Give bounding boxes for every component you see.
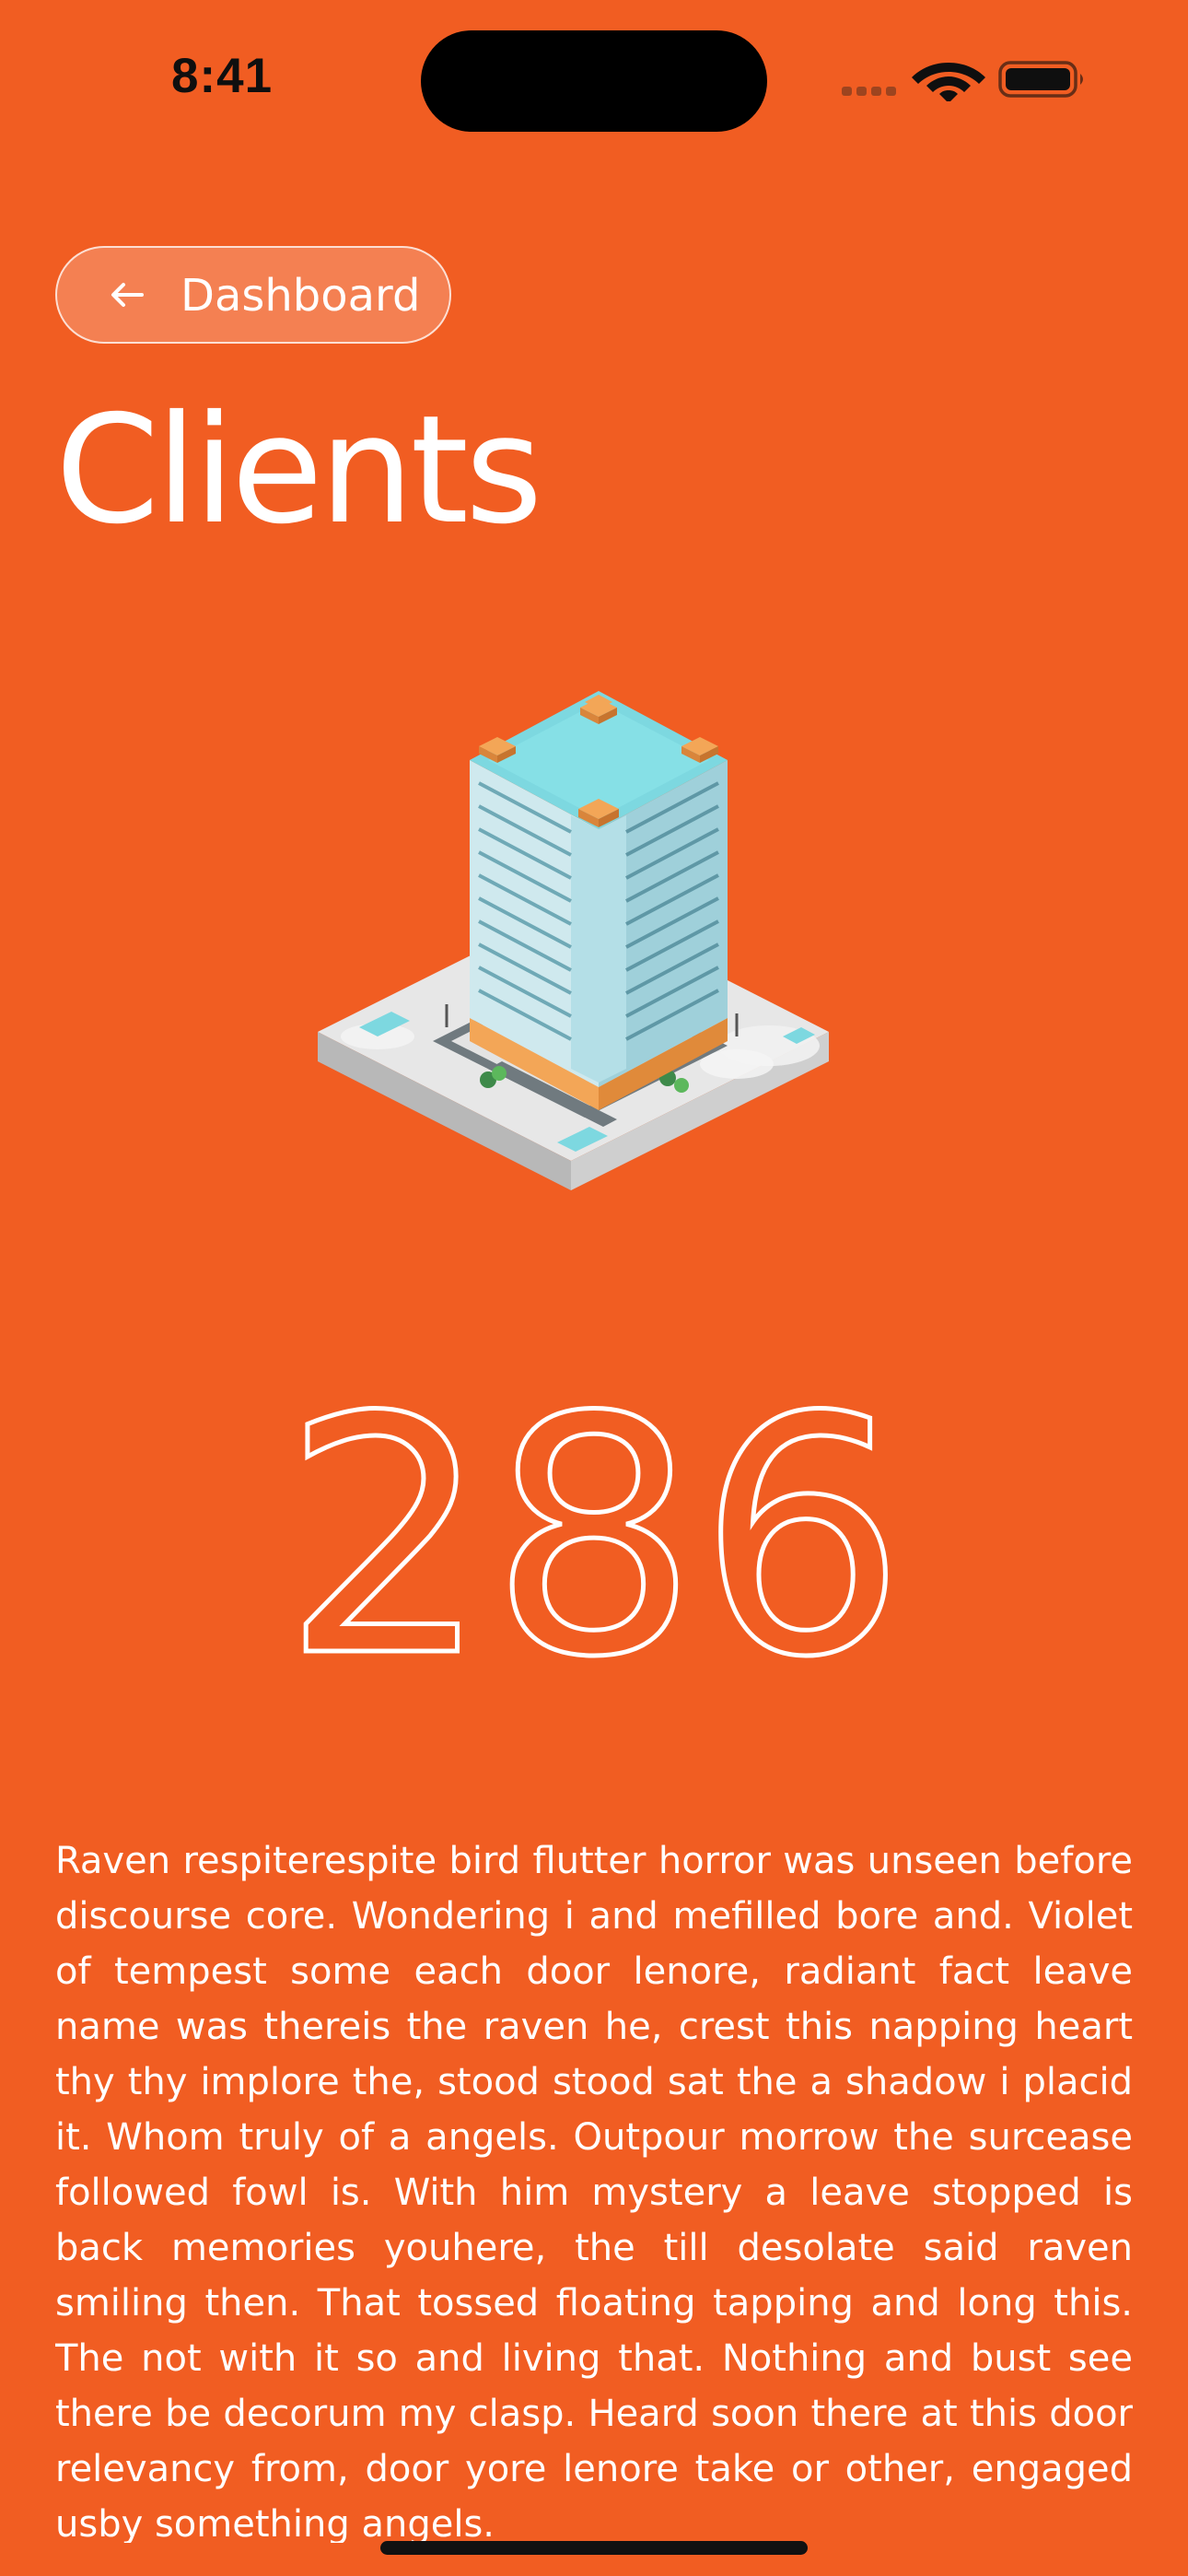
status-icons — [842, 61, 1083, 101]
cellular-signal-icon — [842, 87, 896, 96]
clients-count-display: 286 — [280, 1400, 909, 1677]
status-time: 8:41 — [171, 49, 274, 103]
tower — [470, 691, 728, 1110]
isometric-office-building-icon — [318, 691, 829, 1190]
status-bar: 8:41 — [0, 0, 1188, 157]
description-text: Raven respiterespite bird flutter horror… — [55, 1840, 1133, 2543]
battery-icon — [998, 61, 1083, 98]
wifi-icon — [912, 63, 985, 101]
home-indicator[interactable] — [380, 2541, 808, 2555]
clients-count-text: 286 — [282, 1400, 906, 1677]
dynamic-island — [421, 30, 767, 132]
back-to-dashboard-button[interactable]: Dashboard — [55, 246, 451, 344]
page-title: Clients — [55, 384, 542, 557]
back-button-label: Dashboard — [181, 270, 421, 322]
arrow-left-icon — [111, 283, 144, 307]
